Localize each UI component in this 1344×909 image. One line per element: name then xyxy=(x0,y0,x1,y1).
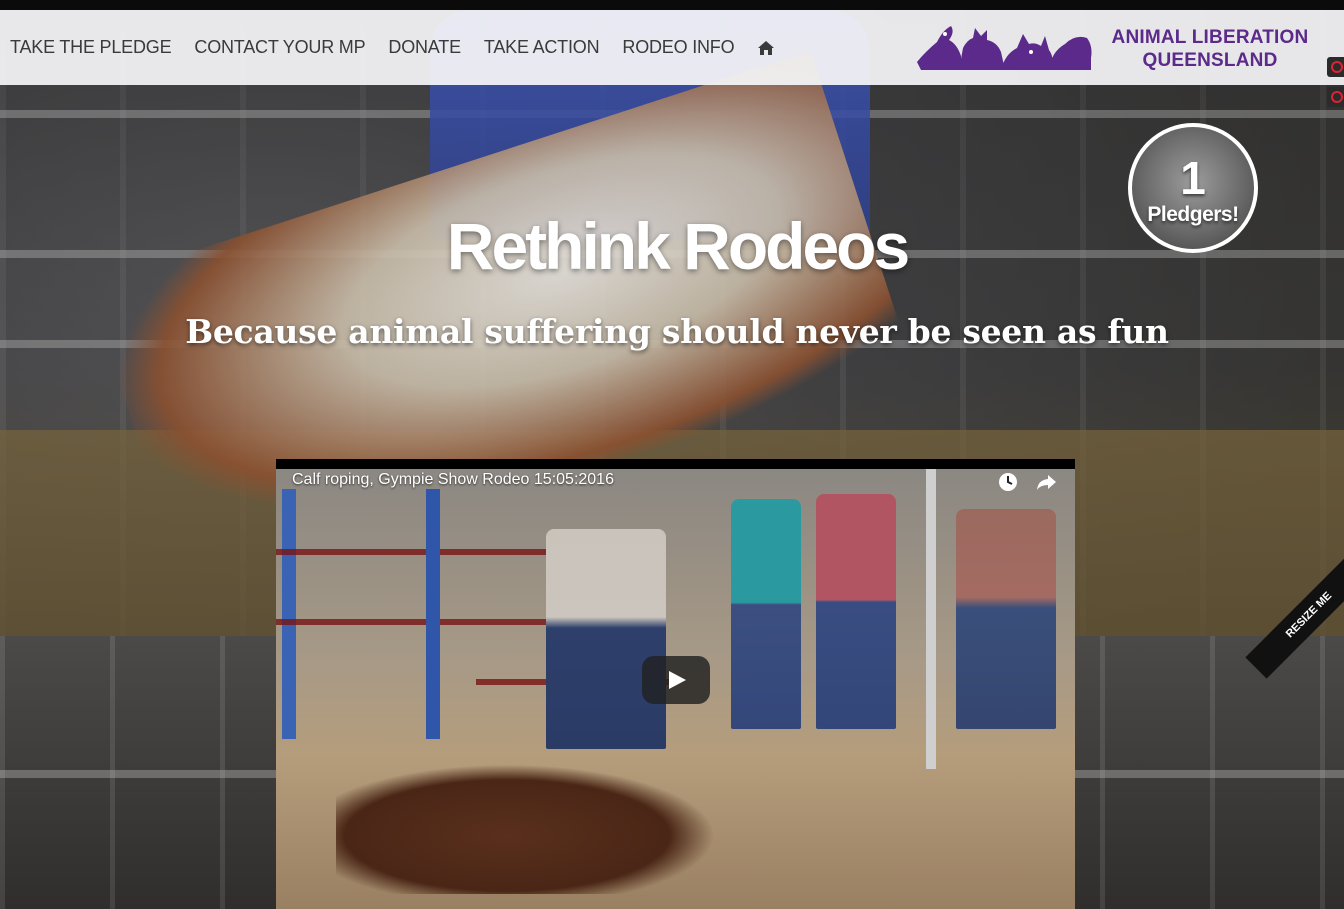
side-block-icon[interactable] xyxy=(1327,57,1344,77)
brand-logo[interactable]: ANIMAL LIBERATION QUEENSLAND xyxy=(915,22,1325,82)
play-icon[interactable] xyxy=(642,656,710,704)
video-player[interactable]: Calf roping, Gympie Show Rodeo 15:05:201… xyxy=(276,459,1075,909)
nav-take-the-pledge[interactable]: TAKE THE PLEDGE xyxy=(10,37,172,58)
top-navigation-bar: TAKE THE PLEDGE CONTACT YOUR MP DONATE T… xyxy=(0,10,1344,85)
nav-rodeo-info[interactable]: RODEO INFO xyxy=(622,37,734,58)
nav-take-action[interactable]: TAKE ACTION xyxy=(484,37,600,58)
clock-icon[interactable] xyxy=(997,471,1019,493)
brand-name-line2: QUEENSLAND xyxy=(1142,50,1278,71)
video-title[interactable]: Calf roping, Gympie Show Rodeo 15:05:201… xyxy=(292,471,614,489)
video-actions xyxy=(997,471,1057,493)
pledgers-count: 1 xyxy=(1180,152,1206,204)
brand-name: ANIMAL LIBERATION QUEENSLAND xyxy=(1105,26,1315,72)
animal-silhouettes-logo-icon xyxy=(917,26,1092,70)
side-block-icon[interactable] xyxy=(1327,87,1344,107)
page-subtitle: Because animal suffering should never be… xyxy=(185,312,1169,351)
share-icon[interactable] xyxy=(1035,471,1057,493)
main-menu: TAKE THE PLEDGE CONTACT YOUR MP DONATE T… xyxy=(10,10,798,85)
top-strip xyxy=(0,0,1344,10)
home-icon[interactable] xyxy=(757,39,775,57)
nav-contact-your-mp[interactable]: CONTACT YOUR MP xyxy=(194,37,365,58)
pledgers-counter-badge: 1 Pledgers! xyxy=(1128,123,1258,253)
nav-donate[interactable]: DONATE xyxy=(388,37,461,58)
pledgers-label: Pledgers! xyxy=(1147,203,1239,226)
brand-name-line1: ANIMAL LIBERATION xyxy=(1111,27,1309,48)
